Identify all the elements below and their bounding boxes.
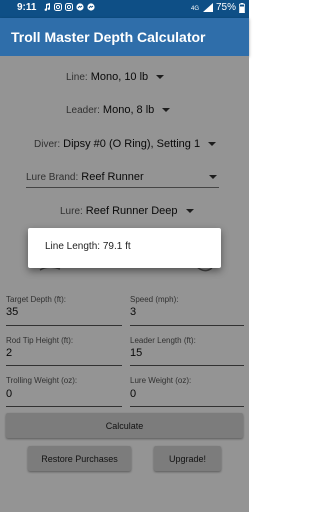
messenger-icon <box>76 3 84 11</box>
instagram-icon <box>65 3 73 11</box>
app-title: Troll Master Depth Calculator <box>11 29 206 45</box>
status-time: 9:11 <box>17 2 37 13</box>
line-length-dialog: Line Length: 79.1 ft <box>28 228 221 268</box>
notification-icons <box>43 3 95 11</box>
messenger-icon <box>87 3 95 11</box>
battery-percent: 75% <box>215 2 236 13</box>
svg-text:4G: 4G <box>191 6 199 12</box>
music-icon <box>44 3 51 11</box>
status-right: 4G 75% <box>191 2 245 13</box>
line-length-message: Line Length: 79.1 ft <box>45 241 131 252</box>
hd-signal-icon: 4G <box>191 6 199 12</box>
signal-icon <box>202 3 213 12</box>
app-bar: Troll Master Depth Calculator <box>0 18 249 56</box>
battery-icon <box>239 2 245 13</box>
status-bar: 9:11 4G 75% <box>0 0 249 18</box>
modal-scrim[interactable] <box>0 56 249 512</box>
instagram-icon <box>54 3 62 11</box>
